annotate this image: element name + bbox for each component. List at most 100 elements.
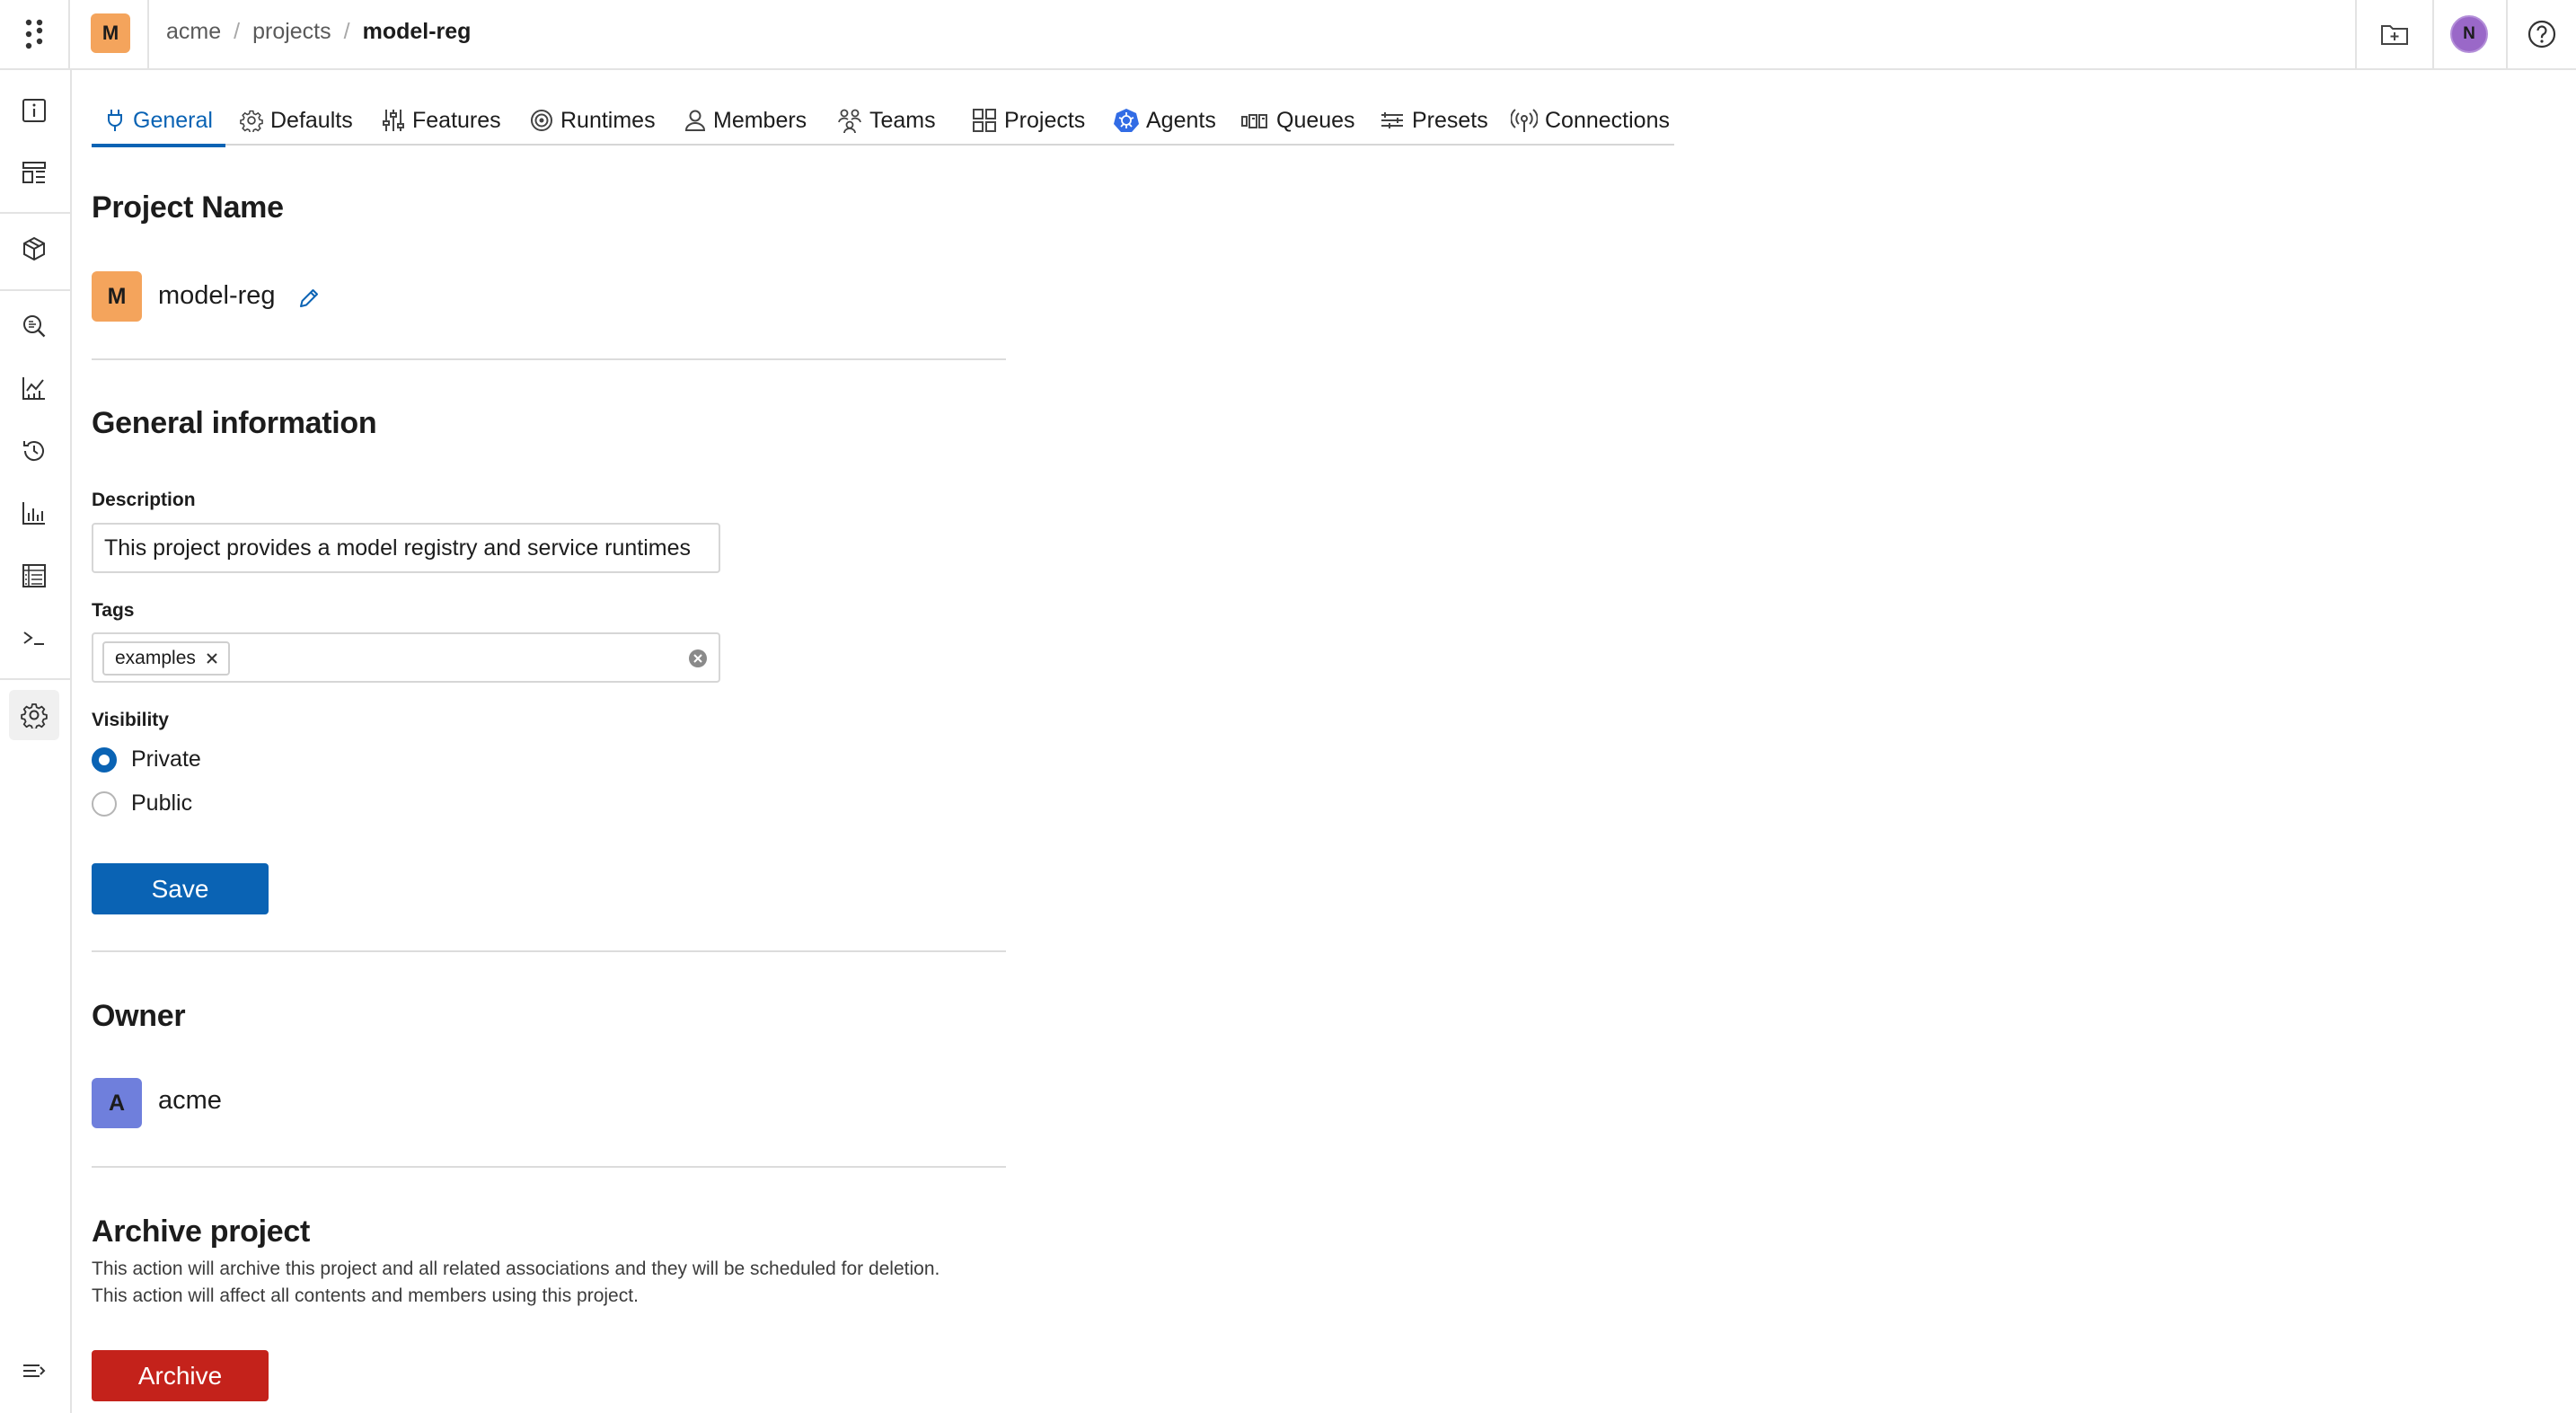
pencil-icon [300,289,318,307]
project-badge[interactable]: M [91,13,130,53]
radio-public[interactable] [92,790,117,817]
remove-tag-icon[interactable] [205,651,219,666]
breadcrumb-item-current: model-reg [362,19,472,44]
archive-button[interactable]: Archive [92,1350,269,1401]
sidebar-item-reports[interactable] [9,488,59,538]
breadcrumb: acme / projects / model-reg [166,16,471,47]
sidebar-item-tables[interactable] [9,551,59,601]
radio-label: Private [131,746,201,772]
section-title-general-information: General information [92,406,377,440]
owner-name: acme [158,1086,222,1115]
section-title-project-name: Project Name [92,190,284,225]
team-icon [838,109,861,133]
package-icon [23,236,45,261]
archive-description-line2: This action will affect all contents and… [92,1285,639,1306]
sidebar-divider [0,289,70,291]
presets-icon [1381,112,1403,128]
tab-label: Defaults [270,107,353,133]
tab-agents[interactable]: Agents [1101,95,1229,146]
section-title-archive: Archive project [92,1214,311,1249]
sidebar-item-history[interactable] [9,426,59,476]
tab-label: General [133,107,213,133]
avatar: N [2450,15,2488,53]
help-button[interactable] [2508,0,2576,68]
tab-runtimes[interactable]: Runtimes [517,95,668,146]
section-divider [92,358,1006,360]
top-bar: M acme / projects / model-reg N [0,0,2576,70]
tab-label: Projects [1004,107,1086,133]
apps-menu-button[interactable] [0,0,70,68]
breadcrumb-separator: / [343,19,350,44]
tab-label: Connections [1545,107,1670,133]
sidebar-item-info[interactable] [9,85,59,136]
search-report-icon [23,315,46,338]
user-menu[interactable]: N [2433,0,2505,68]
tags-label: Tags [92,600,135,621]
header-divider [147,0,149,68]
description-label: Description [92,490,196,510]
tab-label: Features [412,107,501,133]
visibility-option-public[interactable]: Public [92,790,192,817]
description-input[interactable] [92,523,720,573]
tab-queues[interactable]: Queues [1228,95,1368,146]
tab-projects[interactable]: Projects [959,95,1098,146]
radio-label: Public [131,790,193,816]
settings-icon [21,703,48,729]
sidebar-divider [0,678,70,680]
plug-icon [108,110,122,131]
new-folder-button[interactable] [2357,0,2432,68]
breadcrumb-separator: / [234,19,241,44]
edit-name-button[interactable] [293,282,325,314]
person-icon [684,110,706,131]
tab-defaults[interactable]: Defaults [227,95,366,146]
section-title-owner: Owner [92,999,186,1033]
history-icon [23,441,44,462]
visibility-option-private[interactable]: Private [92,746,201,773]
tab-label: Members [713,107,807,133]
clear-circle-icon [689,649,707,667]
dashboard-layout-icon [22,162,46,183]
tab-features[interactable]: Features [369,95,514,146]
archive-description-line1: This action will archive this project an… [92,1258,940,1279]
tab-teams[interactable]: Teams [825,95,948,146]
apps-grid-icon [25,19,43,49]
tag-label: examples [115,648,196,668]
new-folder-icon [2381,25,2408,45]
sidebar-item-console[interactable] [9,613,59,663]
target-icon [531,110,552,131]
project-avatar: M [92,271,142,322]
broadcast-icon [1511,109,1538,132]
tag-chip: examples [102,641,230,676]
tab-connections[interactable]: Connections [1498,95,1682,146]
tab-members[interactable]: Members [672,95,819,146]
sidebar-item-search[interactable] [9,301,59,351]
sidebar-item-dashboard[interactable] [9,147,59,198]
sliders-icon [383,110,404,131]
settings-tabs: General Defaults Features Runtimes Membe… [92,95,1674,147]
sidebar-item-models[interactable] [9,224,59,274]
sidebar-expand-button[interactable] [9,1346,59,1396]
clear-tags-button[interactable] [686,647,710,670]
section-divider [92,950,1006,952]
breadcrumb-item-projects[interactable]: projects [252,16,331,47]
section-divider [92,1166,1006,1168]
save-button[interactable]: Save [92,863,269,914]
breadcrumb-item-acme[interactable]: acme [166,16,221,47]
info-icon [22,99,46,122]
sidebar-item-analytics[interactable] [9,363,59,413]
terminal-icon [23,631,44,645]
grid-icon [973,109,996,132]
line-chart-icon [22,377,45,400]
tab-general[interactable]: General [92,95,225,147]
sidebar-item-settings[interactable] [9,690,59,740]
tab-label: Queues [1276,107,1355,133]
kubernetes-icon [1114,109,1139,132]
radio-private[interactable] [92,746,117,773]
queue-icon [1241,114,1267,128]
bar-chart-icon [22,502,45,525]
sidebar-divider [0,212,70,214]
gear-icon [240,110,263,132]
tags-input[interactable]: examples [92,632,720,683]
tab-presets[interactable]: Presets [1367,95,1501,146]
project-name-value: model-reg [158,281,276,310]
